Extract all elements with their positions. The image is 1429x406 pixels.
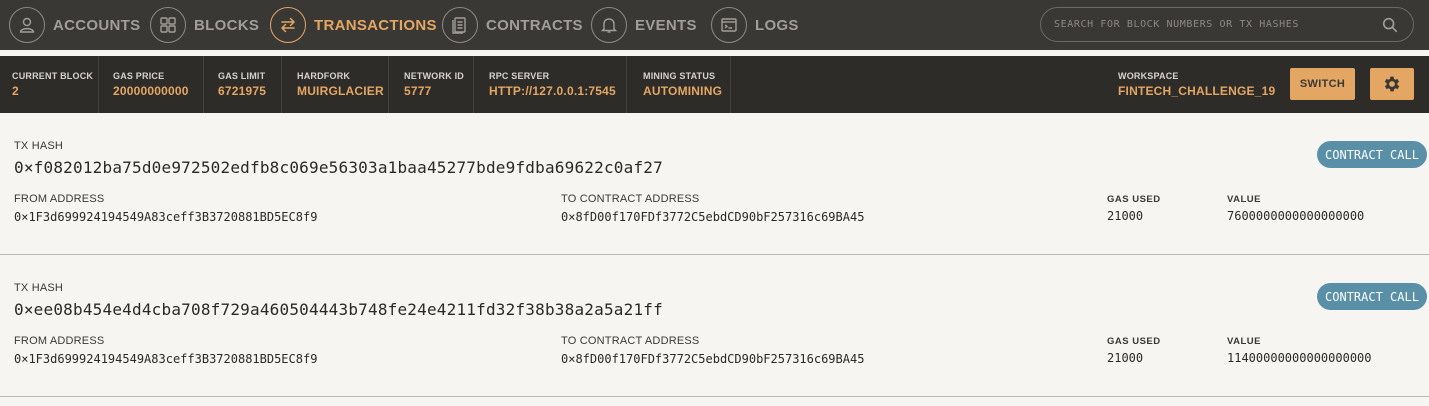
from-address-value: 0×1F3d699924194549A83ceff3B3720881BD5EC8…: [14, 210, 318, 224]
nav-blocks[interactable]: BLOCKS: [150, 6, 259, 44]
stat-network-id: NETWORK ID 5777: [404, 56, 464, 113]
stat-value: 5777: [404, 84, 432, 98]
tx-type-badge: CONTRACT CALL: [1317, 141, 1427, 168]
stat-value: MUIRGLACIER: [297, 84, 384, 98]
tx-type-badge: CONTRACT CALL: [1317, 283, 1427, 310]
to-address-label: TO CONTRACT ADDRESS: [561, 335, 700, 347]
top-navigation: ACCOUNTS BLOCKS TRANSACTIONS CONTRACTS E…: [0, 0, 1429, 50]
swap-arrows-icon: [270, 7, 306, 43]
stat-label: GAS LIMIT: [218, 71, 266, 81]
divider: [388, 56, 389, 113]
tx-hash-label: TX HASH: [14, 282, 64, 294]
nav-events-label: EVENTS: [635, 16, 697, 34]
search-icon[interactable]: [1381, 16, 1399, 34]
nav-accounts[interactable]: ACCOUNTS: [9, 6, 140, 44]
nav-contracts[interactable]: CONTRACTS: [442, 6, 583, 44]
divider: [730, 56, 731, 113]
stat-label: CURRENT BLOCK: [12, 71, 94, 81]
nav-accounts-label: ACCOUNTS: [53, 16, 141, 34]
from-address-label: FROM ADDRESS: [14, 335, 105, 347]
nav-events[interactable]: EVENTS: [591, 6, 697, 44]
value-label: VALUE: [1227, 194, 1261, 205]
divider: [473, 56, 474, 113]
nav-logs-label: LOGS: [755, 16, 799, 34]
to-address-value: 0×8fD00f170FDf3772C5ebdCD90bF257316c69BA…: [561, 352, 865, 366]
stat-gas-limit: GAS LIMIT 6721975: [218, 56, 266, 113]
divider: [626, 56, 627, 113]
value-amount: 11400000000000000000: [1227, 351, 1372, 365]
stat-value: 20000000000: [113, 84, 189, 98]
nav-transactions-label: TRANSACTIONS: [314, 16, 437, 34]
stat-current-block: CURRENT BLOCK 2: [12, 56, 93, 113]
stat-rpc-server: RPC SERVER HTTP://127.0.0.1:7545: [489, 56, 616, 113]
stat-label: RPC SERVER: [489, 71, 550, 81]
bell-icon: [591, 7, 627, 43]
divider: [281, 56, 282, 113]
stat-workspace: WORKSPACE FINTECH_CHALLENGE_19: [1118, 56, 1275, 113]
user-icon: [9, 7, 45, 43]
gear-icon: [1384, 76, 1400, 92]
nav-blocks-label: BLOCKS: [194, 16, 260, 34]
gas-used-value: 21000: [1107, 209, 1144, 223]
stat-label: WORKSPACE: [1118, 71, 1179, 81]
stat-value: HTTP://127.0.0.1:7545: [489, 84, 616, 98]
gas-used-label: GAS USED: [1107, 336, 1161, 347]
nav-contracts-label: CONTRACTS: [486, 16, 583, 34]
gas-used-label: GAS USED: [1107, 194, 1161, 205]
divider: [98, 56, 99, 113]
stat-label: MINING STATUS: [643, 71, 716, 81]
stat-value: FINTECH_CHALLENGE_19: [1118, 84, 1276, 98]
transaction-row[interactable]: TX HASH 0×f082012ba75d0e972502edfb8c069e…: [0, 113, 1429, 255]
stat-value: AUTOMINING: [643, 84, 723, 98]
search-placeholder: SEARCH FOR BLOCK NUMBERS OR TX HASHES: [1054, 19, 1299, 30]
stat-label: NETWORK ID: [404, 71, 464, 81]
settings-button[interactable]: [1370, 68, 1414, 100]
value-amount: 7600000000000000000: [1227, 209, 1365, 223]
document-icon: [442, 7, 478, 43]
to-address-value: 0×8fD00f170FDf3772C5ebdCD90bF257316c69BA…: [561, 210, 865, 224]
stat-gas-price: GAS PRICE 20000000000: [113, 56, 189, 113]
stat-label: HARDFORK: [297, 71, 351, 81]
nav-transactions[interactable]: TRANSACTIONS: [270, 6, 437, 44]
nav-logs[interactable]: LOGS: [711, 6, 799, 44]
search-input[interactable]: SEARCH FOR BLOCK NUMBERS OR TX HASHES: [1040, 7, 1414, 42]
stat-label: GAS PRICE: [113, 71, 165, 81]
divider: [203, 56, 204, 113]
tx-hash-value: 0×f082012ba75d0e972502edfb8c069e56303a1b…: [14, 158, 663, 177]
value-label: VALUE: [1227, 336, 1261, 347]
stat-hardfork: HARDFORK MUIRGLACIER: [297, 56, 384, 113]
stat-mining-status: MINING STATUS AUTOMINING: [643, 56, 722, 113]
tx-hash-value: 0×ee08b454e4d4cba708f729a460504443b748fe…: [14, 300, 663, 319]
grid-icon: [150, 7, 186, 43]
stat-value: 6721975: [218, 84, 267, 98]
from-address-value: 0×1F3d699924194549A83ceff3B3720881BD5EC8…: [14, 352, 318, 366]
stat-value: 2: [12, 84, 19, 98]
status-bar: CURRENT BLOCK 2 GAS PRICE 20000000000 GA…: [0, 56, 1429, 113]
transaction-row[interactable]: TX HASH 0×ee08b454e4d4cba708f729a4605044…: [0, 255, 1429, 397]
to-address-label: TO CONTRACT ADDRESS: [561, 193, 700, 205]
tx-hash-label: TX HASH: [14, 140, 64, 152]
switch-workspace-button[interactable]: SWITCH: [1290, 68, 1355, 100]
from-address-label: FROM ADDRESS: [14, 193, 105, 205]
terminal-icon: [711, 7, 747, 43]
gas-used-value: 21000: [1107, 351, 1144, 365]
